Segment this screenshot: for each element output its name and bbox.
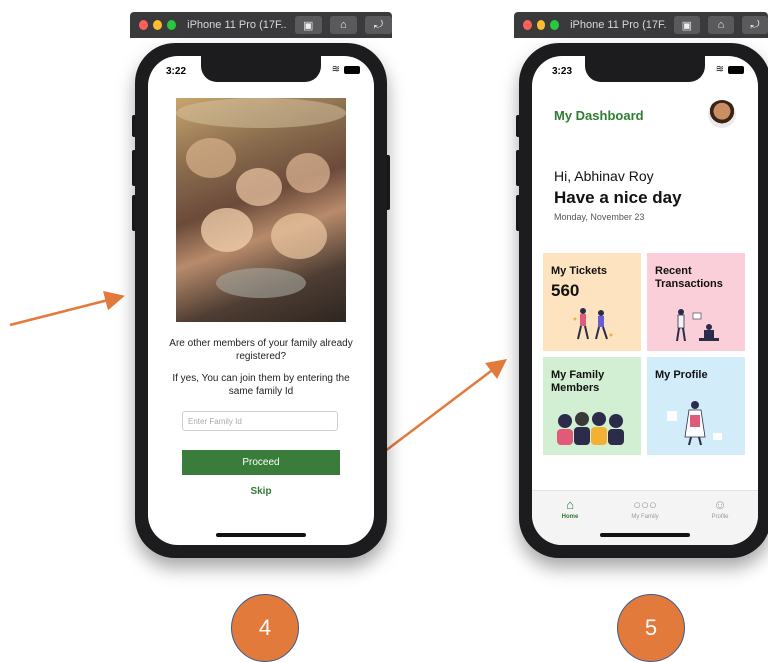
- simulator-titlebar-right: iPhone 11 Pro (17F... ▣ ⌂ ⤾: [514, 12, 768, 38]
- card-title: My Tickets: [551, 265, 608, 277]
- status-icons: ≋: [332, 64, 360, 75]
- card-recent-transactions[interactable]: Recent Transactions: [647, 253, 745, 351]
- tab-my-family[interactable]: ○○○ My Family: [615, 497, 675, 520]
- proceed-button[interactable]: Proceed: [182, 450, 340, 475]
- rotate-button[interactable]: ⤾: [741, 16, 768, 34]
- greeting: Hi, Abhinav Roy: [554, 168, 654, 184]
- tab-label: Profile: [711, 514, 729, 520]
- home-indicator[interactable]: [600, 533, 690, 537]
- simulator-title: iPhone 11 Pro (17F...: [187, 19, 287, 31]
- arrow-to-screen-4: [9, 291, 125, 327]
- tab-label: My Family: [631, 514, 659, 520]
- camera-icon: ▣: [302, 19, 314, 32]
- home-button[interactable]: ⌂: [707, 16, 734, 34]
- home-indicator[interactable]: [216, 533, 306, 537]
- tab-profile[interactable]: ☺ Profile: [690, 497, 750, 520]
- phone-frame-left: 3:22 ≋ Are other members of your family …: [135, 43, 387, 558]
- simulator-title: iPhone 11 Pro (17F...: [570, 19, 666, 31]
- greeting-subtitle: Have a nice day: [554, 188, 682, 207]
- celebration-icon: [573, 308, 613, 340]
- family-members-icon: [557, 412, 624, 445]
- card-title: My Family Members: [551, 369, 605, 394]
- minimize-window-button[interactable]: [153, 20, 163, 30]
- home-icon: ⌂: [717, 19, 725, 31]
- status-time: 3:23: [552, 66, 573, 77]
- step-badge-5: 5: [617, 594, 685, 662]
- simulator-titlebar-left: iPhone 11 Pro (17F... ▣ ⌂ ⤾: [130, 12, 392, 38]
- tab-home[interactable]: ⌂ Home: [540, 497, 600, 520]
- avatar[interactable]: [708, 100, 736, 128]
- home-icon: ⌂: [339, 19, 347, 31]
- screen-dashboard: 3:23 ≋ My Dashboard Hi, Abhinav Roy Have…: [532, 56, 758, 545]
- rotate-button[interactable]: ⤾: [364, 16, 392, 34]
- zoom-window-button[interactable]: [167, 20, 177, 30]
- family-question: Are other members of your family already…: [169, 338, 353, 362]
- camera-icon: ▣: [681, 19, 693, 32]
- battery-icon: [344, 65, 360, 74]
- tab-label: Home: [561, 514, 579, 520]
- home-button[interactable]: ⌂: [329, 16, 357, 34]
- home-icon: ⌂: [566, 497, 574, 512]
- minimize-window-button[interactable]: [536, 20, 546, 30]
- card-my-profile[interactable]: My Profile: [647, 357, 745, 455]
- family-photo: [176, 98, 346, 322]
- profile-icon: ☺: [713, 497, 727, 512]
- phone-notch: [201, 56, 321, 82]
- wifi-icon: ≋: [715, 64, 724, 75]
- card-title: My Profile: [655, 369, 708, 381]
- close-window-button[interactable]: [139, 20, 149, 30]
- card-my-tickets[interactable]: My Tickets 560: [543, 253, 641, 351]
- screenshot-button[interactable]: ▣: [294, 16, 322, 34]
- card-title: Recent Transactions: [655, 265, 723, 290]
- card-my-family-members[interactable]: My Family Members: [543, 357, 641, 455]
- profile-illustration-icon: [667, 401, 722, 446]
- skip-link[interactable]: Skip: [182, 486, 340, 497]
- step-badge-4: 4: [231, 594, 299, 662]
- rotate-icon: ⤾: [373, 18, 384, 31]
- dashboard-title: My Dashboard: [554, 108, 644, 123]
- status-time: 3:22: [166, 66, 187, 77]
- screen-family-check: 3:22 ≋ Are other members of your family …: [148, 56, 374, 545]
- wifi-icon: ≋: [331, 64, 340, 75]
- phone-notch: [585, 56, 705, 82]
- family-icon: ○○○: [633, 497, 657, 512]
- family-id-input[interactable]: [182, 411, 338, 431]
- rotate-icon: ⤾: [750, 18, 760, 31]
- ticket-count: 560: [551, 281, 580, 300]
- zoom-window-button[interactable]: [550, 20, 560, 30]
- battery-icon: [728, 65, 744, 74]
- close-window-button[interactable]: [523, 20, 532, 30]
- status-icons: ≋: [716, 64, 744, 75]
- family-info: If yes, You can join them by entering th…: [172, 373, 350, 397]
- current-date: Monday, November 23: [554, 212, 645, 222]
- transactions-icon: [676, 309, 719, 342]
- screenshot-button[interactable]: ▣: [673, 16, 700, 34]
- phone-frame-right: 3:23 ≋ My Dashboard Hi, Abhinav Roy Have…: [519, 43, 768, 558]
